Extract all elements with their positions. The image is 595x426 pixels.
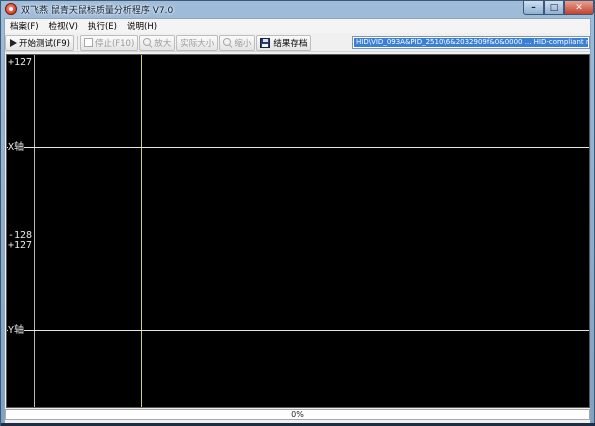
y-axis-line — [34, 55, 35, 407]
app-window: 双飞燕 鼠青天鼠标质量分析程序 V7.0 – □ ✕ 档案(F) 检视(V) 执… — [0, 0, 595, 426]
menu-help[interactable]: 说明(H) — [122, 20, 162, 32]
magnifier-icon — [143, 38, 152, 47]
device-select[interactable]: HID\VID_093A&PID_2510\6&2032909f&0&0000 … — [352, 36, 590, 49]
menu-file[interactable]: 档案(F) — [5, 20, 44, 32]
device-select-value: HID\VID_093A&PID_2510\6&2032909f&0&0000 … — [354, 38, 588, 47]
stop-button[interactable]: 停止(F10) — [79, 34, 139, 51]
window-title: 双飞燕 鼠青天鼠标质量分析程序 V7.0 — [21, 6, 174, 16]
actual-size-label: 实际大小 — [180, 38, 215, 49]
menu-run[interactable]: 执行(E) — [83, 20, 122, 32]
start-test-button[interactable]: 开始测试(F9) — [5, 34, 74, 51]
progress-bar: 0% — [5, 409, 590, 420]
x-baseline — [7, 147, 589, 148]
play-icon — [10, 38, 17, 47]
app-logo-icon[interactable] — [5, 3, 17, 15]
close-button[interactable]: ✕ — [564, 1, 594, 15]
title-bar[interactable]: 双飞燕 鼠青天鼠标质量分析程序 V7.0 – □ ✕ — [1, 1, 594, 18]
zoom-in-button[interactable]: 放大 — [139, 34, 176, 51]
minimize-button[interactable]: – — [523, 1, 544, 15]
x-max-label: +127 — [8, 57, 33, 68]
menu-bar: 档案(F) 检视(V) 执行(E) 说明(H) — [5, 19, 590, 33]
magnifier-icon — [223, 38, 232, 47]
zoom-out-label: 缩小 — [234, 38, 252, 49]
trace-line — [141, 55, 142, 407]
save-results-button[interactable]: 结果存档 — [256, 34, 312, 51]
signal-plot: +127 X轴 -128 +127 Y轴 — [6, 54, 590, 408]
save-icon — [260, 37, 271, 48]
zoom-out-button[interactable]: 缩小 — [219, 34, 256, 51]
y-axis-label: Y轴 — [8, 325, 25, 336]
menu-view[interactable]: 检视(V) — [44, 20, 83, 32]
actual-size-button[interactable]: 实际大小 — [176, 34, 219, 51]
x-axis-label: X轴 — [8, 142, 25, 153]
start-test-label: 开始测试(F9) — [19, 38, 70, 49]
zoom-in-label: 放大 — [154, 38, 172, 49]
toolbar-separator — [76, 35, 78, 50]
stop-label: 停止(F10) — [94, 38, 135, 49]
y-baseline — [7, 330, 589, 331]
save-results-label: 结果存档 — [273, 38, 308, 49]
checkbox-icon — [83, 38, 93, 47]
y-max-label: +127 — [8, 240, 33, 251]
maximize-button[interactable]: □ — [544, 1, 564, 15]
client-area: 档案(F) 检视(V) 执行(E) 说明(H) 开始测试(F9) 停止(F10)… — [4, 18, 591, 424]
progress-text: 0% — [291, 410, 304, 419]
